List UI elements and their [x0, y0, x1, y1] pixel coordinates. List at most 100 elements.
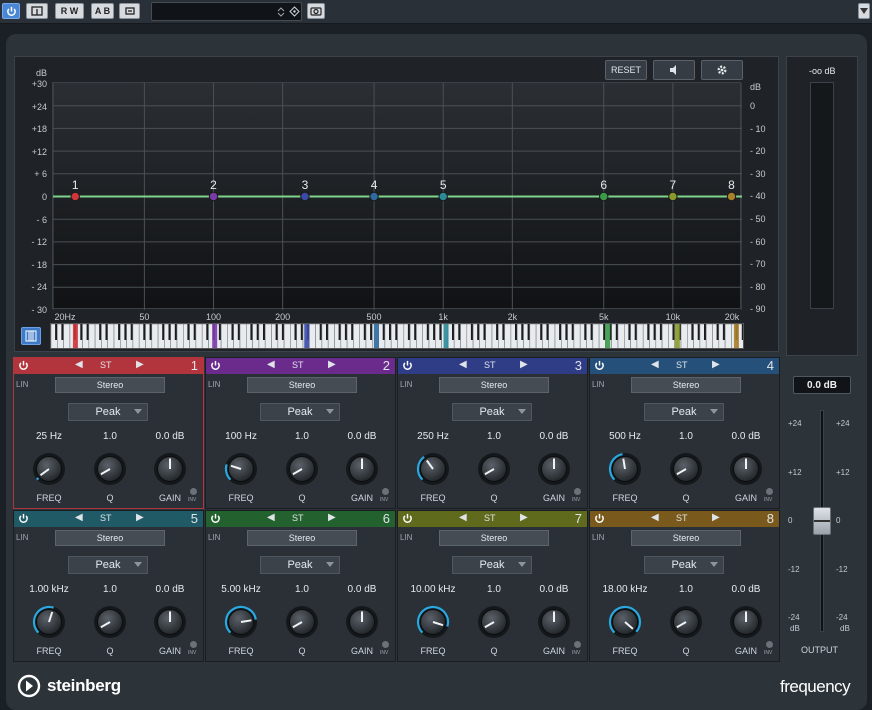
preset-tag-icon[interactable]: [289, 6, 300, 17]
piano-white-key[interactable]: [705, 324, 713, 349]
freq-knob[interactable]: [414, 603, 452, 641]
freq-knob[interactable]: [414, 450, 452, 488]
preset-selector[interactable]: [151, 2, 302, 21]
reset-button[interactable]: RESET: [605, 60, 647, 80]
piano-white-key[interactable]: [353, 324, 360, 349]
functions-menu-button[interactable]: [119, 3, 140, 19]
freq-knob[interactable]: [606, 603, 644, 641]
invert-gain-button[interactable]: [190, 641, 197, 648]
band-power-icon[interactable]: [402, 360, 413, 371]
eq-node-4[interactable]: [369, 191, 379, 202]
eq-node-7[interactable]: [668, 191, 678, 202]
expand-toolbar-button[interactable]: [858, 3, 870, 19]
gain-knob[interactable]: [727, 450, 765, 488]
q-value[interactable]: 1.0: [487, 584, 501, 595]
gain-value[interactable]: 0.0 dB: [348, 584, 377, 595]
listen-button[interactable]: [653, 60, 695, 80]
piano-white-key[interactable]: [485, 324, 493, 349]
piano-white-key[interactable]: [504, 324, 512, 349]
linear-phase-button[interactable]: LIN: [208, 533, 220, 542]
filter-type-select[interactable]: Peak: [644, 556, 724, 574]
channel-mode[interactable]: ST: [292, 513, 304, 523]
piano-white-key[interactable]: [264, 324, 272, 349]
stereo-mode-selector[interactable]: Stereo: [631, 530, 741, 546]
stereo-mode-selector[interactable]: Stereo: [439, 530, 549, 546]
q-knob[interactable]: [475, 603, 513, 641]
stereo-mode-selector[interactable]: Stereo: [631, 377, 741, 393]
prev-channel-icon[interactable]: ◀: [459, 512, 467, 523]
piano-white-key[interactable]: [283, 324, 291, 349]
stereo-mode-selector[interactable]: Stereo: [439, 377, 549, 393]
stereo-mode-selector[interactable]: Stereo: [55, 530, 165, 546]
q-knob[interactable]: [283, 603, 321, 641]
q-knob[interactable]: [667, 603, 705, 641]
stereo-mode-selector[interactable]: Stereo: [247, 530, 357, 546]
piano-white-key[interactable]: [308, 324, 316, 349]
piano-white-key[interactable]: [397, 324, 405, 349]
piano-white-key[interactable]: [176, 324, 184, 349]
band-power-icon[interactable]: [594, 513, 605, 524]
band-power-icon[interactable]: [18, 513, 29, 524]
linear-phase-button[interactable]: LIN: [16, 533, 28, 542]
q-knob[interactable]: [91, 450, 129, 488]
stereo-mode-selector[interactable]: Stereo: [247, 377, 357, 393]
freq-value[interactable]: 1.00 kHz: [29, 584, 68, 595]
eq-graph[interactable]: [52, 82, 742, 310]
prev-channel-icon[interactable]: ◀: [75, 359, 83, 370]
q-knob[interactable]: [283, 450, 321, 488]
read-write-button[interactable]: R W: [55, 3, 84, 19]
next-channel-icon[interactable]: ▶: [136, 359, 144, 370]
channel-mode[interactable]: ST: [484, 513, 496, 523]
piano-white-key[interactable]: [239, 324, 247, 349]
piano-white-key[interactable]: [617, 324, 625, 349]
q-value[interactable]: 1.0: [679, 584, 693, 595]
channel-mode[interactable]: ST: [676, 360, 688, 370]
prev-channel-icon[interactable]: ◀: [75, 512, 83, 523]
piano-white-key[interactable]: [151, 324, 159, 349]
piano-white-key[interactable]: [573, 324, 581, 349]
piano-white-key[interactable]: [680, 324, 688, 349]
invert-gain-button[interactable]: [766, 641, 773, 648]
piano-white-key[interactable]: [548, 324, 556, 349]
freq-value[interactable]: 5.00 kHz: [221, 584, 260, 595]
eq-node-2[interactable]: [208, 191, 219, 202]
invert-gain-button[interactable]: [382, 488, 389, 495]
filter-type-select[interactable]: Peak: [644, 403, 724, 421]
deactivate-button[interactable]: [26, 3, 48, 19]
next-channel-icon[interactable]: ▶: [520, 512, 528, 523]
gain-knob[interactable]: [151, 603, 189, 641]
gain-value[interactable]: 0.0 dB: [732, 584, 761, 595]
channel-mode[interactable]: ST: [100, 360, 112, 370]
piano-white-key[interactable]: [195, 324, 203, 349]
freq-value[interactable]: 500 Hz: [609, 431, 641, 442]
q-knob[interactable]: [667, 450, 705, 488]
channel-mode[interactable]: ST: [292, 360, 304, 370]
gain-knob[interactable]: [727, 603, 765, 641]
piano-white-key[interactable]: [107, 324, 115, 349]
linear-phase-button[interactable]: LIN: [400, 380, 412, 389]
freq-knob[interactable]: [222, 603, 260, 641]
filter-type-select[interactable]: Peak: [452, 556, 532, 574]
piano-white-key[interactable]: [592, 324, 600, 349]
freq-value[interactable]: 10.00 kHz: [410, 584, 455, 595]
invert-gain-button[interactable]: [190, 488, 197, 495]
q-value[interactable]: 1.0: [487, 431, 501, 442]
q-knob[interactable]: [475, 450, 513, 488]
prev-channel-icon[interactable]: ◀: [459, 359, 467, 370]
invert-gain-button[interactable]: [574, 641, 581, 648]
piano-white-key[interactable]: [132, 324, 140, 349]
filter-type-select[interactable]: Peak: [68, 556, 148, 574]
channel-mode[interactable]: ST: [676, 513, 688, 523]
gain-value[interactable]: 0.0 dB: [348, 431, 377, 442]
piano-white-key[interactable]: [724, 324, 732, 349]
q-value[interactable]: 1.0: [679, 431, 693, 442]
piano-white-key[interactable]: [529, 324, 537, 349]
next-channel-icon[interactable]: ▶: [520, 359, 528, 370]
gain-value[interactable]: 0.0 dB: [156, 584, 185, 595]
freq-knob[interactable]: [606, 450, 644, 488]
prev-channel-icon[interactable]: ◀: [267, 359, 275, 370]
eq-node-1[interactable]: [70, 191, 80, 202]
snapshot-button[interactable]: [307, 3, 325, 19]
piano-white-key[interactable]: [63, 324, 71, 349]
gain-value[interactable]: 0.0 dB: [156, 431, 185, 442]
